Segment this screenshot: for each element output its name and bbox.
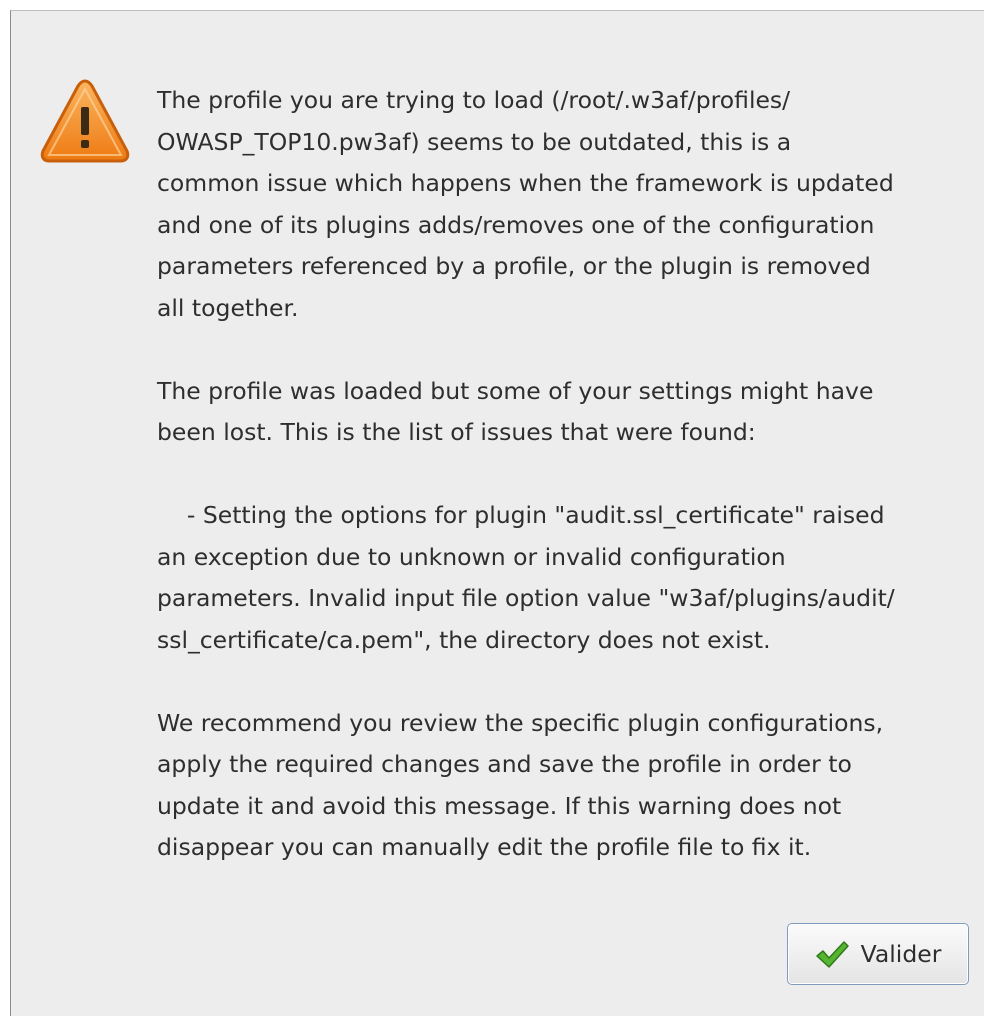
checkmark-icon [815, 941, 849, 968]
dialog-message: The profile you are trying to load (/roo… [157, 86, 895, 861]
valider-button[interactable]: Valider [787, 923, 969, 985]
valider-button-label: Valider [860, 940, 942, 968]
warning-dialog: The profile you are trying to load (/roo… [10, 10, 984, 1016]
warning-icon [40, 79, 130, 163]
